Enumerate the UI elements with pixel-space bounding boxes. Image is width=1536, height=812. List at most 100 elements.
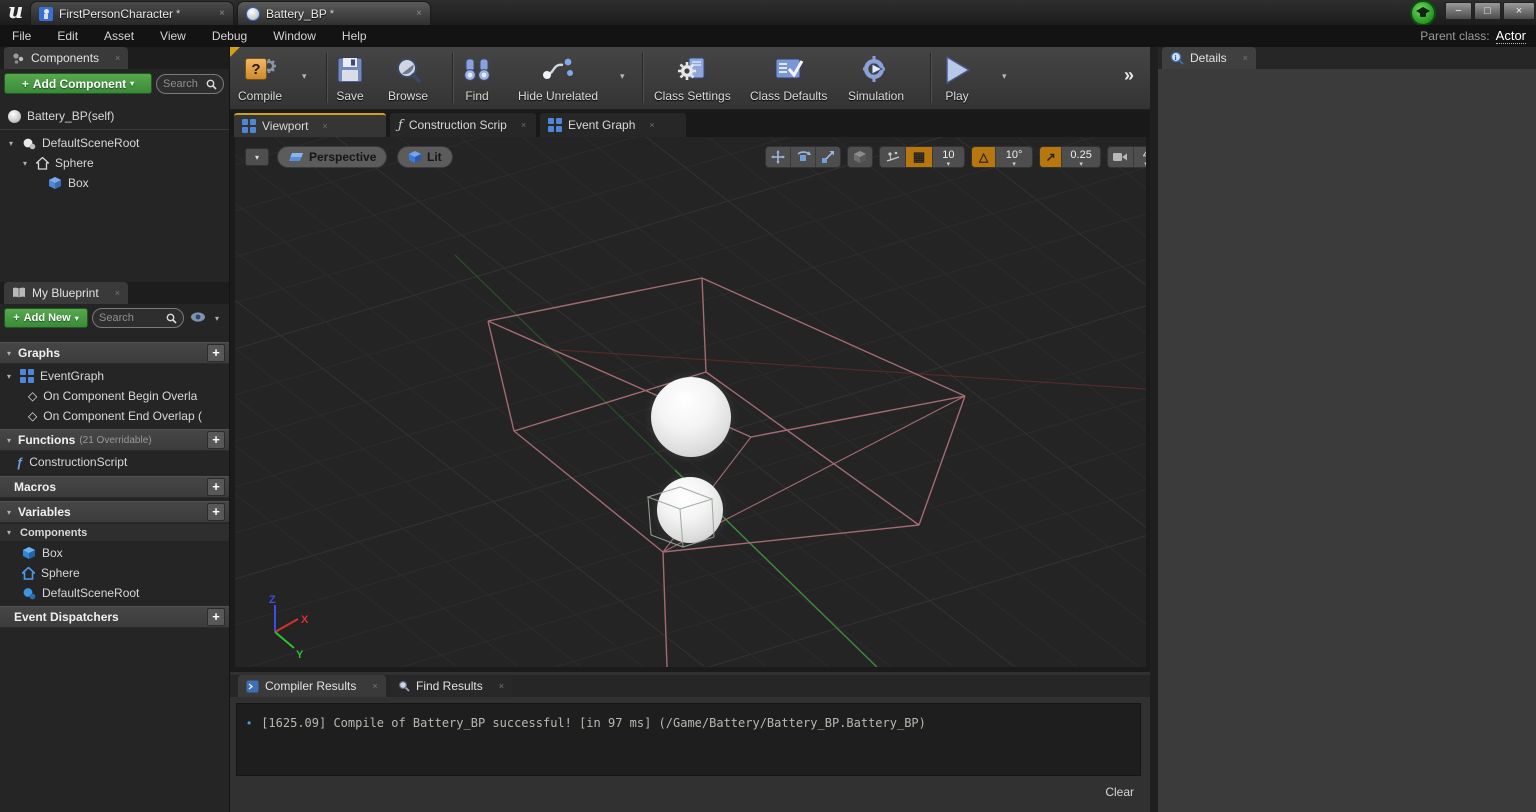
browse-button[interactable]: Browse [388, 53, 428, 103]
camera-speed-button[interactable] [1108, 147, 1133, 167]
minimize-button[interactable]: − [1445, 2, 1472, 20]
close-tab-icon[interactable]: × [649, 120, 654, 130]
tab-details[interactable]: i Details × [1162, 47, 1256, 69]
tab-construction-script[interactable]: ƒ Construction Scrip × [390, 113, 536, 137]
close-tab-icon[interactable]: × [115, 288, 120, 298]
event-dispatchers-header[interactable]: Event Dispatchers + [0, 606, 229, 628]
add-graph-button[interactable]: + [207, 344, 225, 362]
functions-header[interactable]: ▾ Functions (21 Overridable) + [0, 429, 229, 451]
hide-unrelated-button[interactable]: Hide Unrelated [518, 53, 598, 103]
close-tab-icon[interactable]: × [322, 121, 327, 131]
class-settings-button[interactable]: Class Settings [654, 53, 731, 103]
macros-header[interactable]: Macros + [0, 476, 229, 498]
add-new-button[interactable]: + Add New ▾ [4, 308, 88, 328]
variables-header[interactable]: ▾ Variables + [0, 501, 229, 523]
graphs-header[interactable]: ▾ Graphs + [0, 342, 229, 364]
play-options-caret[interactable]: ▾ [1002, 71, 1007, 82]
perspective-button[interactable]: Perspective [277, 146, 387, 168]
add-variable-button[interactable]: + [207, 503, 225, 521]
move-tool-button[interactable] [766, 147, 790, 167]
compile-button[interactable]: ? Compile [238, 53, 282, 103]
simulation-button[interactable]: Simulation [848, 53, 904, 103]
menu-file[interactable]: File [12, 29, 31, 43]
tab-my-blueprint[interactable]: My Blueprint × [4, 282, 128, 304]
collapse-icon[interactable]: ▾ [4, 436, 14, 445]
add-dispatcher-button[interactable]: + [207, 608, 225, 626]
collapse-icon[interactable]: ▾ [4, 528, 14, 537]
tab-compiler-results[interactable]: Compiler Results × [238, 675, 386, 697]
list-item-eventgraph[interactable]: ▾ EventGraph [0, 366, 229, 386]
variables-components-subheader[interactable]: ▾ Components [0, 524, 229, 541]
variable-row-defaultsceneroot[interactable]: DefaultSceneRoot [0, 583, 229, 603]
menu-view[interactable]: View [160, 29, 186, 43]
save-button[interactable]: Save [336, 53, 364, 103]
menu-debug[interactable]: Debug [212, 29, 247, 43]
sphere-mesh-large[interactable] [651, 377, 731, 457]
expand-icon[interactable]: ▾ [4, 372, 14, 381]
components-search[interactable] [156, 74, 224, 94]
3d-viewport[interactable]: Z X Y ▾ Perspective Lit [235, 137, 1146, 667]
lit-mode-button[interactable]: Lit [397, 146, 453, 168]
scale-snap-toggle[interactable]: ↗ [1040, 147, 1061, 167]
scale-tool-button[interactable] [816, 147, 840, 167]
variable-row-box[interactable]: Box [0, 543, 229, 563]
search-input[interactable] [163, 78, 202, 90]
asset-tab-battery-bp[interactable]: Battery_BP * × [237, 1, 431, 25]
expand-icon[interactable]: ▾ [20, 159, 30, 168]
close-button[interactable]: × [1503, 2, 1535, 20]
asset-tab-firstpersoncharacter[interactable]: FirstPersonCharacter * × [30, 1, 234, 25]
class-defaults-button[interactable]: Class Defaults [750, 53, 827, 103]
search-input[interactable] [99, 312, 162, 324]
list-item-end-overlap[interactable]: ◇ On Component End Overlap ( [0, 406, 229, 426]
close-tab-icon[interactable]: × [521, 120, 526, 130]
collapse-icon[interactable]: ▾ [4, 508, 14, 517]
tab-viewport[interactable]: Viewport × [234, 113, 386, 137]
camera-speed-dropdown[interactable]: 4 ▾ [1134, 147, 1146, 167]
close-tab-icon[interactable]: × [372, 681, 377, 691]
menu-edit[interactable]: Edit [57, 29, 78, 43]
surface-snap-button[interactable] [880, 147, 905, 167]
close-tab-icon[interactable]: × [115, 53, 120, 63]
viewport-options-button[interactable]: ▾ [245, 148, 269, 166]
add-function-button[interactable]: + [207, 431, 225, 449]
visibility-filter-button[interactable] [190, 310, 210, 324]
close-tab-icon[interactable]: × [404, 8, 422, 19]
list-item-begin-overlap[interactable]: ◇ On Component Begin Overla [0, 386, 229, 406]
parent-class-link[interactable]: Actor [1496, 28, 1526, 44]
list-item-constructionscript[interactable]: ƒ ConstructionScript [0, 452, 229, 472]
close-tab-icon[interactable]: × [1243, 53, 1248, 63]
close-tab-icon[interactable]: × [499, 681, 504, 691]
menu-window[interactable]: Window [273, 29, 316, 43]
tab-event-graph[interactable]: Event Graph × [540, 113, 686, 137]
sphere-mesh-small[interactable] [657, 477, 723, 543]
tree-row-box[interactable]: Box [0, 173, 229, 193]
rotation-snap-toggle[interactable]: △ [972, 147, 995, 167]
my-blueprint-search[interactable] [92, 308, 184, 328]
grid-snap-value-dropdown[interactable]: 10 ▾ [933, 147, 964, 167]
tutorial-button[interactable] [1410, 0, 1436, 26]
hide-unrelated-caret[interactable]: ▾ [620, 71, 625, 82]
scale-snap-value-dropdown[interactable]: 0.25 ▾ [1062, 147, 1100, 167]
find-button[interactable]: Find [462, 53, 492, 103]
restore-button[interactable]: □ [1474, 2, 1501, 20]
toolbar-overflow-chevron[interactable]: » [1124, 65, 1134, 86]
play-button[interactable]: Play [942, 53, 972, 103]
menu-help[interactable]: Help [342, 29, 367, 43]
clear-log-button[interactable]: Clear [1105, 785, 1134, 799]
world-local-toggle-button[interactable] [848, 147, 872, 167]
expand-icon[interactable]: ▾ [6, 139, 16, 148]
grid-snap-toggle[interactable]: ▦ [906, 147, 931, 167]
tree-row-sphere[interactable]: ▾ Sphere [0, 153, 229, 173]
tree-row-defaultsceneroot[interactable]: ▾ DefaultSceneRoot [0, 133, 229, 153]
chevron-down-icon[interactable]: ▾ [212, 314, 222, 323]
compile-options-caret[interactable]: ▾ [302, 71, 307, 82]
add-macro-button[interactable]: + [207, 478, 225, 496]
compiler-log[interactable]: • [1625.09] Compile of Battery_BP succes… [236, 703, 1141, 776]
rotate-tool-button[interactable] [791, 147, 815, 167]
tab-find-results[interactable]: Find Results × [390, 675, 512, 697]
tab-components[interactable]: Components × [4, 47, 128, 69]
add-component-button[interactable]: + Add Component ▾ [4, 73, 152, 94]
close-tab-icon[interactable]: × [207, 8, 225, 19]
rotation-snap-value-dropdown[interactable]: 10° ▾ [996, 147, 1032, 167]
menu-asset[interactable]: Asset [104, 29, 134, 43]
